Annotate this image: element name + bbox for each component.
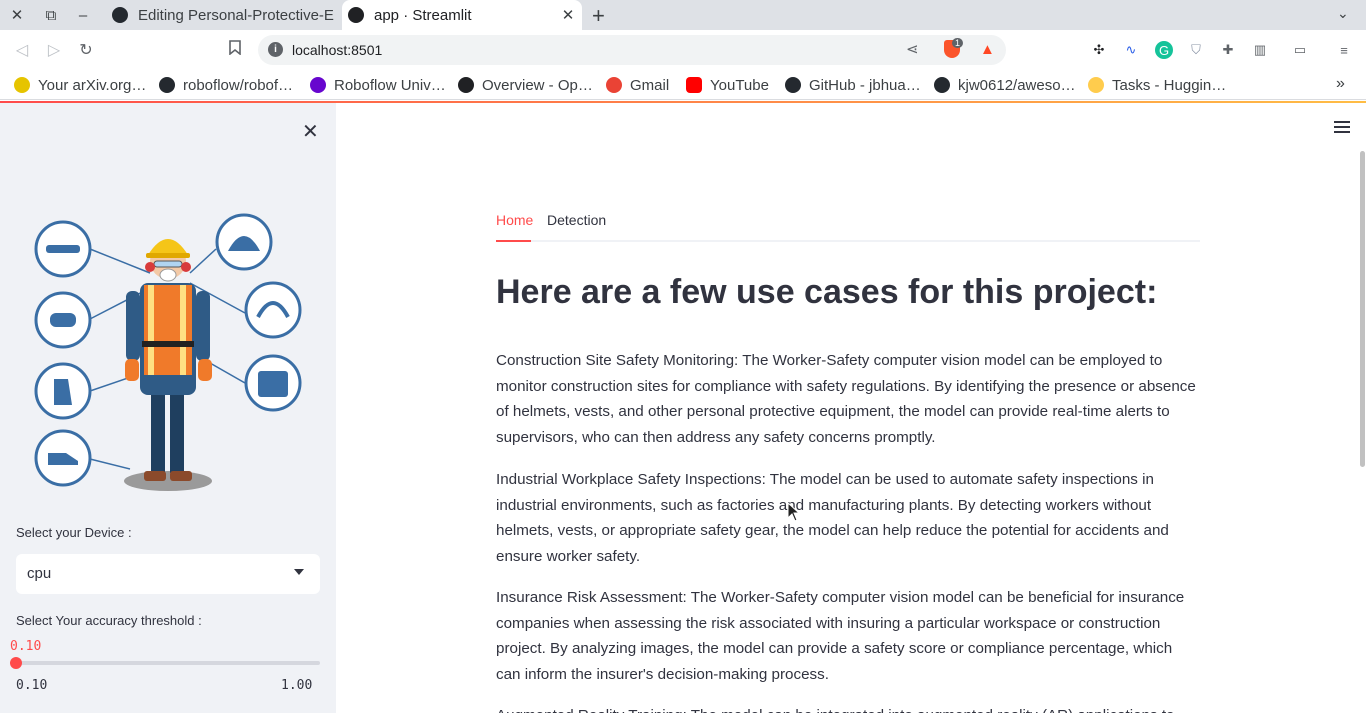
scrollbar[interactable] (1360, 151, 1365, 467)
new-tab-icon[interactable]: + (592, 3, 605, 29)
grammarly-icon[interactable]: G (1155, 41, 1173, 59)
bookmarks-bar: Your arXiv.org… roboflow/robof… Roboflow… (0, 70, 1366, 100)
tab-strip: ✕ ⧉ – Editing Personal-Protective-E app … (0, 0, 1366, 30)
streamlit-icon (348, 7, 364, 23)
use-case-paragraph: Insurance Risk Assessment: The Worker-Sa… (496, 589, 1185, 683)
main-content: Home Detection Here are a few use cases … (336, 103, 1366, 713)
shield-extension-icon[interactable]: ⛉ (1187, 41, 1205, 59)
main-menu-icon[interactable] (1334, 121, 1350, 133)
threshold-slider-track[interactable] (16, 661, 320, 665)
bookmark-label: Overview - Op… (482, 76, 593, 94)
device-select[interactable]: cpu (16, 554, 320, 594)
threshold-max: 1.00 (281, 678, 313, 693)
close-window-icon[interactable]: ✕ (6, 5, 28, 25)
ppe-worker-illustration (34, 213, 302, 491)
bookmark-label: GitHub - jbhua… (809, 76, 921, 94)
threshold-min: 0.10 (16, 678, 48, 693)
bookmark-item[interactable]: GitHub - jbhua… (785, 75, 921, 95)
bookmark-item[interactable]: Gmail (606, 75, 669, 95)
device-label: Select your Device : (16, 525, 132, 540)
menu-icon[interactable]: ≡ (1335, 41, 1353, 59)
bookmark-item[interactable]: Your arXiv.org… (14, 75, 146, 95)
bookmark-label: Roboflow Univ… (334, 76, 446, 94)
minimize-window-icon[interactable]: – (72, 5, 94, 25)
youtube-icon (686, 77, 702, 93)
browser-tab-streamlit[interactable]: app · Streamlit ✕ (342, 0, 582, 30)
wallet-icon[interactable]: ▭ (1291, 41, 1309, 59)
bookmark-item[interactable]: Tasks - Huggin… (1088, 75, 1226, 95)
bookmark-label: Tasks - Huggin… (1112, 76, 1227, 94)
puzzle-icon[interactable]: ✚ (1219, 41, 1237, 59)
bookmark-item[interactable]: Overview - Op… (458, 75, 593, 95)
bookmark-item[interactable]: Roboflow Univ… (310, 75, 446, 95)
address-bar[interactable]: i localhost:8501 ⋖ 1 ▲ (258, 35, 1006, 65)
browser-tab-github[interactable]: Editing Personal-Protective-E (106, 0, 342, 30)
threshold-value: 0.10 (10, 639, 42, 654)
mouse-cursor-icon (787, 502, 801, 522)
reload-icon[interactable]: ↻ (76, 40, 96, 60)
tab-title: Editing Personal-Protective-E (138, 6, 334, 24)
share-icon[interactable]: ⋖ (906, 40, 919, 58)
github-icon (934, 77, 950, 93)
tab-detection[interactable]: Detection (547, 212, 606, 228)
forward-icon[interactable]: ▷ (44, 40, 64, 60)
chevron-right-icon[interactable]: » (1336, 75, 1345, 93)
url-text[interactable]: localhost:8501 (292, 42, 382, 58)
bookmark-item[interactable]: YouTube (686, 75, 769, 95)
roboflow-icon (310, 77, 326, 93)
github-icon (112, 7, 128, 23)
chevron-down-icon[interactable]: ⌄ (1337, 5, 1349, 22)
github-icon (785, 77, 801, 93)
app-tabs: Home Detection (496, 206, 1200, 242)
arxiv-icon (14, 77, 30, 93)
bookmark-label: kjw0612/aweso… (958, 76, 1076, 94)
use-case-paragraph: Construction Site Safety Monitoring: The… (496, 352, 1196, 446)
github-icon (159, 77, 175, 93)
gmail-icon (606, 77, 622, 93)
back-icon[interactable]: ◁ (12, 40, 32, 60)
streamlit-app: ✕ Select your Device: cpu Select Your a… (0, 101, 1366, 713)
use-case-paragraph: Industrial Workplace Safety Inspections:… (496, 471, 1169, 565)
info-icon[interactable]: i (268, 42, 283, 57)
active-tab-indicator (496, 240, 531, 242)
threshold-label: Select Your accuracy threshold : (16, 613, 202, 628)
bookmark-icon[interactable] (229, 40, 241, 59)
bookmark-item[interactable]: kjw0612/aweso… (934, 75, 1076, 95)
huggingface-icon (1088, 77, 1104, 93)
extension-icon[interactable]: ✣ (1090, 41, 1108, 59)
bookmark-label: Gmail (630, 76, 670, 94)
browser-toolbar: ◁ ▷ ↻ i localhost:8501 ⋖ 1 ▲ ✣ ∿ G ⛉ ✚ ▥… (0, 30, 1366, 70)
bookmark-label: YouTube (710, 76, 769, 94)
chevron-down-icon (294, 569, 304, 575)
sidebar-toggle-icon[interactable]: ▥ (1251, 41, 1269, 59)
tab-title: app · Streamlit (374, 6, 472, 24)
shields-count-badge: 1 (952, 38, 964, 48)
bookmark-label: Your arXiv.org… (38, 76, 147, 94)
page-heading: Here are a few use cases for this projec… (496, 273, 1158, 311)
close-sidebar-icon[interactable]: ✕ (302, 119, 319, 144)
restore-window-icon[interactable]: ⧉ (40, 5, 62, 25)
device-select-value: cpu (27, 565, 52, 582)
openai-icon (458, 77, 474, 93)
threshold-slider-thumb[interactable] (10, 657, 22, 669)
tab-home[interactable]: Home (496, 212, 533, 228)
close-tab-icon[interactable]: ✕ (558, 6, 578, 24)
bookmark-label: roboflow/robof… (183, 76, 294, 94)
sidebar: ✕ Select your Device: cpu Select Your a… (0, 103, 336, 713)
brave-rewards-icon[interactable]: ▲ (980, 41, 995, 58)
use-case-paragraph: Augmented Reality Training: The model ca… (496, 703, 1196, 713)
extension-icon[interactable]: ∿ (1122, 41, 1140, 59)
bookmark-item[interactable]: roboflow/robof… (159, 75, 293, 95)
